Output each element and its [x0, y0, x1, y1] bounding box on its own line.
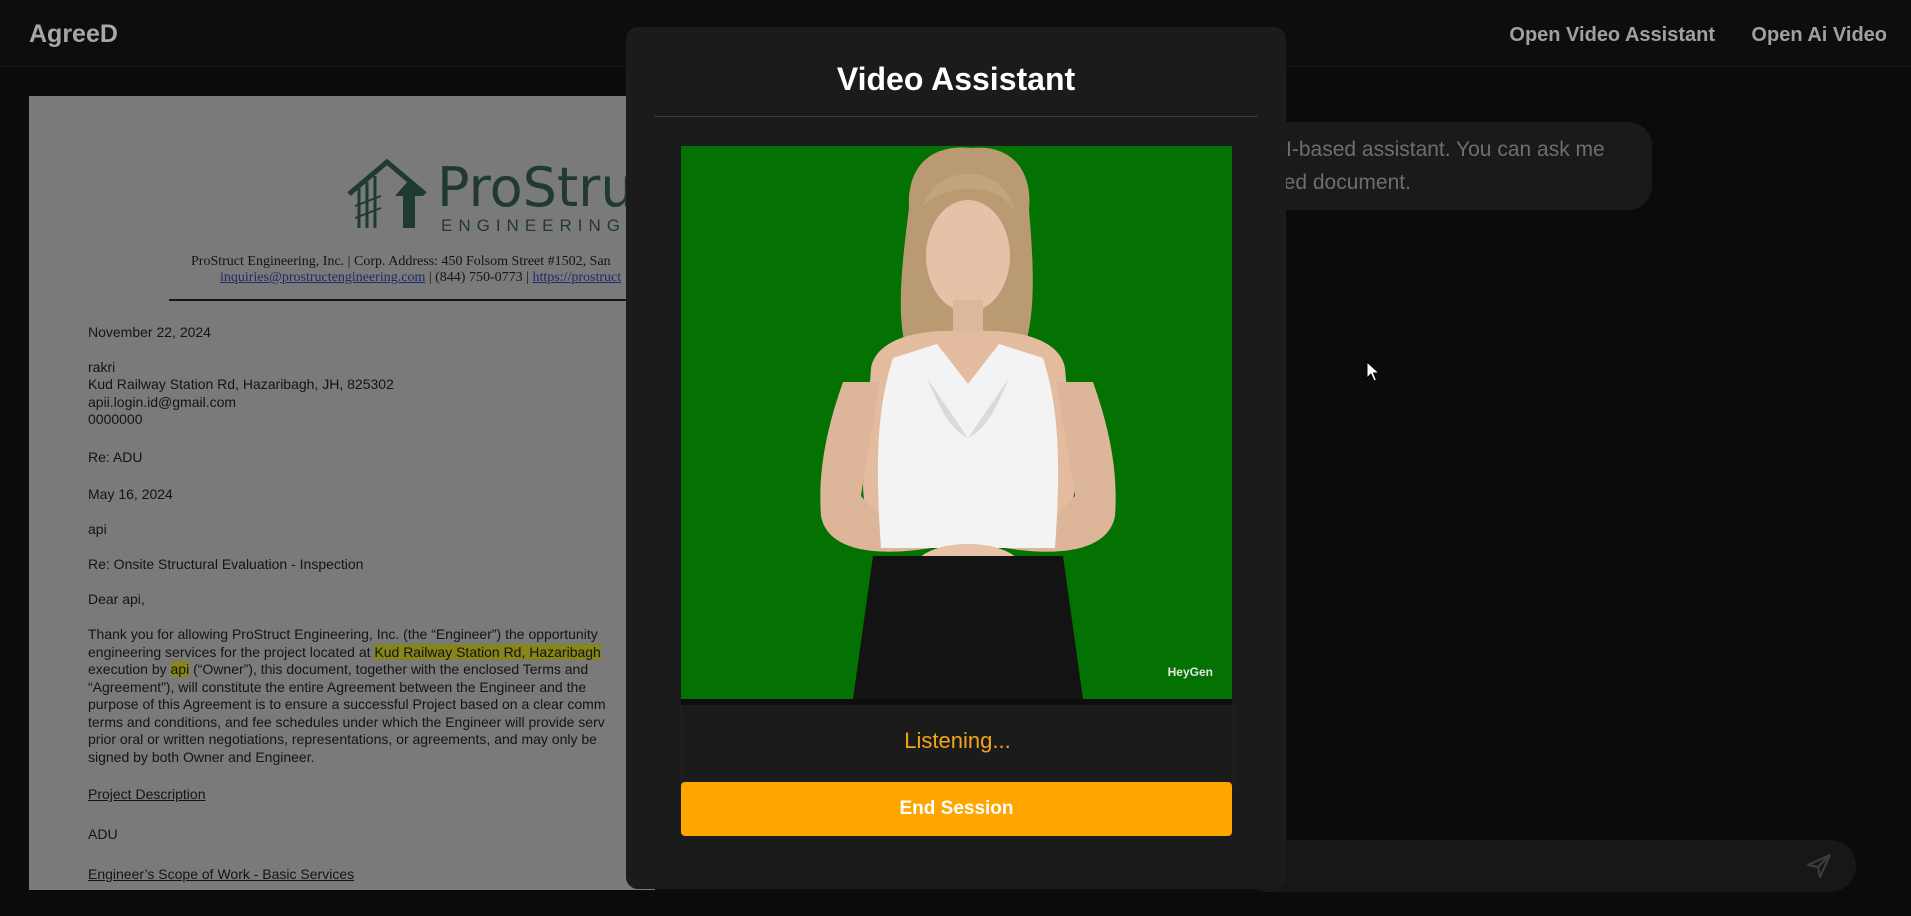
body-line: execution by api (“Owner”), this documen… — [88, 661, 589, 677]
message-line: AI-based assistant. You can ask me — [1272, 138, 1605, 161]
body-line: purpose of this Agreement is to ensure a… — [88, 696, 606, 712]
modal-divider — [654, 116, 1258, 117]
avatar-video: HeyGen — [681, 146, 1232, 699]
letter-date: November 22, 2024 — [88, 324, 211, 340]
company-contact: inquiries@prostructengineering.com | (84… — [220, 270, 621, 286]
send-icon[interactable] — [1806, 853, 1832, 879]
document-viewer[interactable]: ProStruct ENGINEERING ProStruct Engineer… — [29, 96, 655, 890]
open-video-assistant-link[interactable]: Open Video Assistant — [1509, 24, 1715, 47]
body-line: signed by both Owner and Engineer. — [88, 749, 315, 765]
body-line: “Agreement”), will constitute the entire… — [88, 679, 587, 695]
company-address: ProStruct Engineering, Inc. | Corp. Addr… — [191, 254, 611, 269]
company-logo: ProStruct ENGINEERING — [347, 156, 655, 236]
avatar-figure — [820, 147, 1116, 699]
video-assistant-modal: Video Assistant HeyGen Listening... End … — [626, 27, 1286, 889]
salutation: Dear api, — [88, 591, 145, 607]
logo-subtitle: ENGINEERING — [441, 216, 627, 235]
owner-name: api — [88, 521, 107, 537]
logo-name: ProStruct — [437, 156, 655, 219]
chat-input[interactable] — [1240, 840, 1856, 892]
body-line: prior oral or written negotiations, repr… — [88, 731, 597, 747]
heygen-watermark: HeyGen — [1167, 665, 1213, 679]
project-type: ADU — [88, 826, 118, 842]
client-address: Kud Railway Station Rd, Hazaribagh, JH, … — [88, 376, 394, 392]
body-line: engineering services for the project loc… — [88, 644, 601, 660]
website-link[interactable]: https://prostruct — [532, 270, 621, 285]
end-session-button[interactable]: End Session — [681, 782, 1232, 836]
section-scope-of-work: Engineer’s Scope of Work - Basic Service… — [88, 866, 355, 882]
phone-text: | (844) 750-0773 | — [425, 270, 533, 285]
message-line: ded document. — [1272, 171, 1411, 194]
re-project: Re: ADU — [88, 449, 143, 465]
re-subject: Re: Onsite Structural Evaluation - Inspe… — [88, 556, 364, 572]
client-phone: 0000000 — [88, 411, 143, 427]
body-line: Thank you for allowing ProStruct Enginee… — [88, 626, 598, 642]
body-line: terms and conditions, and fee schedules … — [88, 714, 605, 730]
listening-status: Listening... — [681, 705, 1234, 785]
second-date: May 16, 2024 — [88, 486, 173, 502]
house-logo-icon — [347, 158, 427, 228]
highlighted-address: Kud Railway Station Rd, Hazaribagh — [374, 644, 601, 660]
mouse-cursor-icon — [1366, 361, 1380, 382]
brand-logo[interactable]: AgreeD — [29, 20, 118, 49]
section-project-description: Project Description — [88, 786, 206, 802]
email-link[interactable]: inquiries@prostructengineering.com — [220, 270, 425, 285]
modal-title: Video Assistant — [836, 61, 1076, 97]
open-ai-video-link[interactable]: Open Ai Video — [1751, 24, 1887, 47]
highlighted-owner: api — [170, 661, 190, 677]
client-email: apii.login.id@gmail.com — [88, 394, 237, 410]
header-divider — [169, 299, 655, 301]
client-name: rakri — [88, 359, 116, 375]
